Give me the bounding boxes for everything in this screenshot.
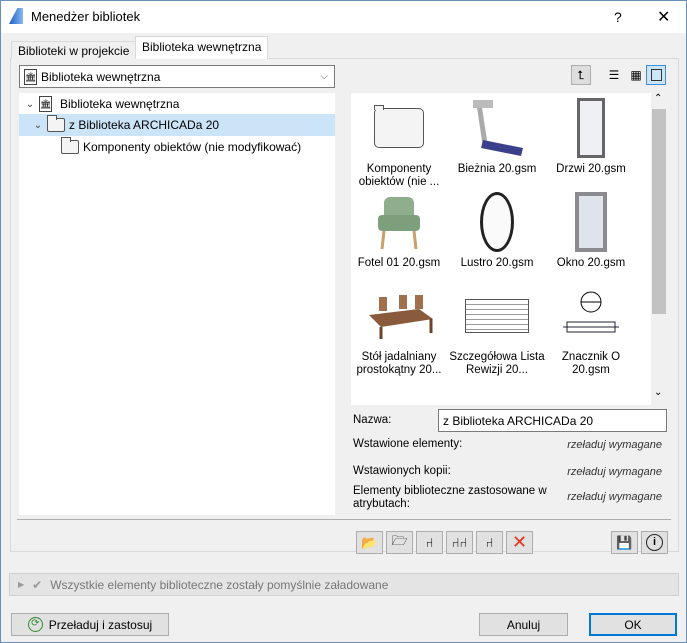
reload-icon: ⟳ <box>27 617 43 632</box>
grid-item[interactable]: Szczegółowa Lista Rewizji 20... <box>449 285 545 377</box>
item-label: Znacznik O 20.gsm <box>561 351 621 376</box>
small-icons-view-button[interactable]: ▦ <box>626 65 646 85</box>
library-icon: 🏛 <box>24 68 37 85</box>
grid-item[interactable]: Bieżnia 20.gsm <box>449 97 545 176</box>
mirror-icon <box>480 192 514 252</box>
tree-item-label: Biblioteka wewnętrzna <box>60 97 180 111</box>
tab-embedded-library[interactable]: Biblioteka wewnętrzna <box>135 36 269 59</box>
revision-list-icon <box>465 299 529 333</box>
window-icon <box>575 192 607 252</box>
folder-export-icon: 🗁 <box>391 532 408 548</box>
app-logo-icon <box>9 8 23 24</box>
chair-move-icon: ⑁ <box>485 535 494 550</box>
grid-item[interactable]: Fotel 01 20.gsm <box>351 191 447 270</box>
save-icon: 💾 <box>616 534 633 550</box>
reload-label: Przeładuj i zastosuj <box>48 617 153 632</box>
tree-item-label: Komponenty obiektów (nie modyfikować) <box>83 140 302 154</box>
library-item-grid: Komponenty obiektów (nie ... Bieżnia 20.… <box>351 93 667 405</box>
chairs-icon: ⑁⑁ <box>451 535 468 550</box>
name-label: Nazwa: <box>353 414 392 426</box>
delete-x-icon: ✕ <box>511 532 528 552</box>
placed-elements-label: Wstawione elementy: <box>353 438 463 450</box>
item-label: Szczegółowa Lista Rewizji 20... <box>449 351 545 376</box>
armchair-icon <box>378 197 420 250</box>
name-field[interactable]: z Biblioteka ARCHICADa 20 <box>438 409 667 432</box>
add-library-button[interactable]: 📂 <box>356 531 383 554</box>
divider <box>17 519 671 520</box>
chevron-down-icon: ⌵ <box>320 71 328 82</box>
attribute-elements-label: Elementy biblioteczne zastosowane w atry… <box>353 485 547 510</box>
tree-item-embedded-library[interactable]: ⌄ 🏛 Biblioteka wewnętrzna <box>19 93 335 115</box>
item-label: Stół jadalniany prostokątny 20... <box>356 351 442 376</box>
item-label: Bieżnia 20.gsm <box>457 163 537 175</box>
tree-item-archicad-library[interactable]: ⌄ z Biblioteka ARCHICADa 20 <box>19 114 335 136</box>
check-icon: ✔ <box>32 577 43 592</box>
large-icons-view-button[interactable] <box>646 65 666 85</box>
grid-item[interactable]: Stół jadalniany prostokątny 20... <box>351 285 447 377</box>
item-label: Drzwi 20.gsm <box>556 163 626 175</box>
placed-copies-label: Wstawionych kopii: <box>353 465 451 477</box>
library-tree: ⌄ 🏛 Biblioteka wewnętrzna ⌄ z Biblioteka… <box>19 93 335 515</box>
placed-copies-value: rzeładuj wymagane <box>567 466 662 478</box>
dropdown-value: Biblioteka wewnętrzna <box>41 69 161 84</box>
export-object-button[interactable]: ⑁ <box>416 531 443 554</box>
ok-button[interactable]: OK <box>589 613 677 636</box>
close-button[interactable]: ✕ <box>657 7 670 27</box>
placed-elements-value: rzeładuj wymagane <box>567 439 662 451</box>
up-folder-button[interactable]: ⮤ <box>571 65 591 85</box>
expand-arrow-icon[interactable]: ▶ <box>18 580 24 589</box>
item-label: Okno 20.gsm <box>556 257 626 269</box>
reload-apply-button[interactable]: ⟳ Przeładuj i zastosuj <box>11 613 169 636</box>
grid-item[interactable]: Znacznik O 20.gsm <box>543 285 639 377</box>
status-bar: ▶ ✔ Wszystkie elementy biblioteczne zost… <box>9 573 679 596</box>
library-icon: 🏛 <box>39 96 52 112</box>
help-button[interactable]: ? <box>614 9 622 25</box>
folder-icon <box>47 115 65 132</box>
grid-item[interactable]: Komponenty obiektów (nie ... <box>351 97 447 189</box>
grid-item[interactable]: Lustro 20.gsm <box>449 191 545 270</box>
title-bar: Menedżer bibliotek ? ✕ <box>1 1 686 33</box>
attribute-elements-value: rzeładuj wymagane <box>567 491 662 503</box>
list-view-button[interactable]: ☰ <box>604 65 624 85</box>
grid-icon: ▦ <box>630 68 642 82</box>
chevron-down-icon: ⌄ <box>25 98 35 110</box>
grid-item[interactable]: Drzwi 20.gsm <box>543 97 639 176</box>
item-label: Lustro 20.gsm <box>460 257 534 269</box>
marker-icon <box>563 291 619 333</box>
objects-button[interactable]: ⑁⑁ <box>446 531 473 554</box>
item-label: Fotel 01 20.gsm <box>357 257 441 269</box>
scrollbar-thumb[interactable] <box>652 109 666 314</box>
item-label: Komponenty obiektów (nie ... <box>358 163 440 188</box>
tree-item-label: z Biblioteka ARCHICADa 20 <box>69 118 220 132</box>
info-icon: i <box>646 534 663 551</box>
door-icon <box>577 98 605 158</box>
scroll-down-icon[interactable]: ⌄ <box>654 387 662 398</box>
chair-export-icon: ⑁ <box>425 535 434 550</box>
large-icon-icon <box>650 69 662 81</box>
delete-button[interactable]: ✕ <box>506 531 533 554</box>
status-text: Wszystkie elementy biblioteczne zostały … <box>50 577 389 592</box>
folder-add-icon: 📂 <box>361 534 378 550</box>
chevron-down-icon: ⌄ <box>33 119 43 131</box>
folder-up-icon: ⮤ <box>577 67 585 82</box>
folder-icon <box>61 137 79 154</box>
dining-table-icon <box>369 295 433 339</box>
library-dropdown[interactable]: 🏛 Biblioteka wewnętrzna ⌵ <box>19 65 335 88</box>
cancel-button[interactable]: Anuluj <box>479 613 568 636</box>
export-folder-button[interactable]: 🗁 <box>386 531 413 554</box>
folder-icon <box>374 105 424 148</box>
grid-item[interactable]: Okno 20.gsm <box>543 191 639 270</box>
save-library-button[interactable]: 💾 <box>611 531 638 554</box>
scroll-up-icon[interactable]: ⌃ <box>654 93 662 104</box>
list-icon: ☰ <box>608 68 620 82</box>
tab-project-libraries[interactable]: Biblioteki w projekcie <box>11 41 137 59</box>
info-button[interactable]: i <box>641 531 668 554</box>
window-title: Menedżer bibliotek <box>31 9 141 24</box>
tree-item-object-components[interactable]: Komponenty obiektów (nie modyfikować) <box>19 136 335 158</box>
move-object-button[interactable]: ⑁ <box>476 531 503 554</box>
treadmill-icon <box>473 100 523 156</box>
